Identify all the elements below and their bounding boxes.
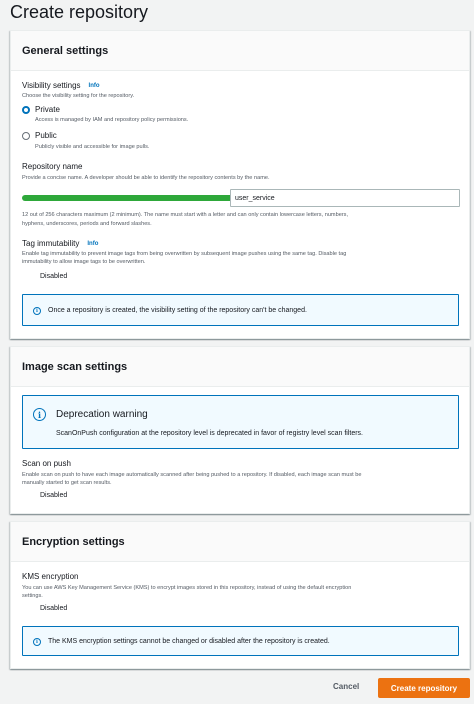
tag-immutability-info-link[interactable]: Info bbox=[87, 241, 98, 247]
visibility-description: Choose the visibility setting for the re… bbox=[22, 93, 135, 99]
visibility-alert: i Once a repository is created, the visi… bbox=[22, 294, 459, 326]
redacted-registry-prefix bbox=[22, 195, 235, 201]
kms-alert: i The KMS encryption settings cannot be … bbox=[22, 626, 459, 656]
visibility-info-link[interactable]: Info bbox=[89, 83, 100, 89]
kms-encryption-label: KMS encryption bbox=[22, 572, 79, 581]
repository-name-label: Repository name bbox=[22, 162, 83, 171]
scan-on-push-desc-1: Enable scan on push to have each image a… bbox=[22, 472, 362, 478]
general-settings-title: General settings bbox=[22, 44, 109, 57]
encryption-header: Encryption settings bbox=[11, 522, 469, 562]
page-title: Create repository bbox=[10, 2, 149, 22]
image-scan-title: Image scan settings bbox=[22, 360, 128, 373]
cancel-button[interactable]: Cancel bbox=[333, 682, 359, 691]
kms-encryption-desc-1: You can use AWS Key Management Service (… bbox=[22, 585, 352, 591]
repository-name-hint-2: hyphens, underscores, periods and forwar… bbox=[22, 221, 152, 227]
visibility-alert-text: Once a repository is created, the visibi… bbox=[48, 307, 307, 314]
public-description: Publicly visible and accessible for imag… bbox=[35, 144, 150, 150]
repository-name-input[interactable]: user_service bbox=[230, 189, 460, 207]
kms-encryption-toggle-label: Disabled bbox=[40, 605, 68, 612]
tag-immutability-desc-1: Enable tag immutability to prevent image… bbox=[22, 251, 347, 257]
scan-on-push-label: Scan on push bbox=[22, 459, 71, 468]
image-scan-header: Image scan settings bbox=[11, 347, 469, 387]
private-label: Private bbox=[35, 105, 60, 114]
tag-immutability-label: Tag immutability bbox=[22, 239, 80, 248]
info-circle-icon: i bbox=[33, 638, 41, 646]
radio-public[interactable] bbox=[22, 132, 30, 140]
visibility-label: Visibility settings bbox=[22, 81, 81, 90]
encryption-panel: Encryption settings KMS encryption You c… bbox=[10, 521, 470, 669]
info-circle-icon: i bbox=[33, 408, 46, 421]
deprecation-warning: i Deprecation warning ScanOnPush configu… bbox=[22, 395, 459, 449]
general-settings-panel: General settings Visibility settings Inf… bbox=[10, 30, 470, 339]
public-label: Public bbox=[35, 131, 57, 140]
encryption-title: Encryption settings bbox=[22, 535, 125, 548]
info-circle-icon: i bbox=[33, 307, 41, 315]
scan-on-push-toggle-label: Disabled bbox=[40, 492, 68, 499]
deprecation-warning-text: ScanOnPush configuration at the reposito… bbox=[56, 430, 363, 437]
repository-name-hint-1: 12 out of 256 characters maximum (2 mini… bbox=[22, 212, 349, 218]
tag-immutability-label-row: Tag immutability Info bbox=[22, 239, 98, 248]
scan-on-push-desc-2: manually started to get scan results. bbox=[22, 480, 112, 486]
create-repository-button[interactable]: Create repository bbox=[378, 678, 470, 698]
image-scan-panel: Image scan settings i Deprecation warnin… bbox=[10, 346, 470, 540]
kms-encryption-desc-2: settings. bbox=[22, 593, 43, 599]
repository-name-description: Provide a concise name. A developer shou… bbox=[22, 175, 270, 181]
visibility-label-row: Visibility settings Info bbox=[22, 81, 100, 90]
radio-private[interactable] bbox=[22, 106, 30, 114]
general-settings-header: General settings bbox=[11, 31, 469, 71]
tag-immutability-toggle-label: Disabled bbox=[40, 273, 68, 280]
deprecation-warning-title: Deprecation warning bbox=[56, 409, 148, 420]
kms-alert-text: The KMS encryption settings cannot be ch… bbox=[48, 638, 330, 645]
private-description: Access is managed by IAM and repository … bbox=[35, 117, 189, 123]
tag-immutability-desc-2: immutability to allow image tags to be o… bbox=[22, 259, 146, 265]
